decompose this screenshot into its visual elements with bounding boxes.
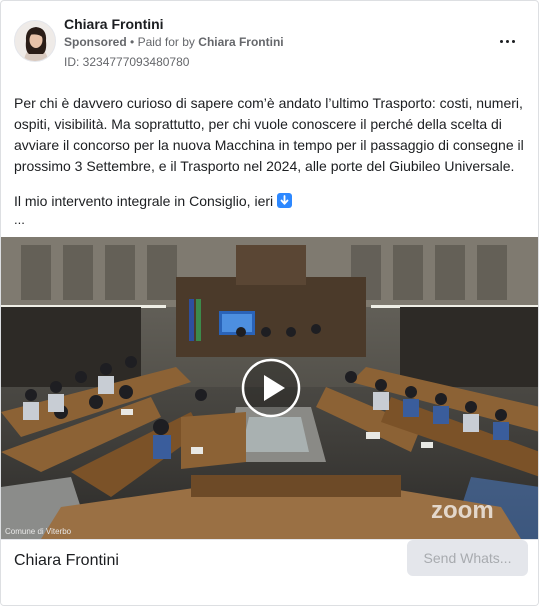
sponsored-label: Sponsored <box>64 35 127 49</box>
play-icon[interactable] <box>241 358 301 418</box>
sponsored-line: Sponsored • Paid for by Chiara Frontini <box>64 35 284 49</box>
footer-page-name[interactable]: Chiara Frontini <box>14 552 119 570</box>
post-paragraph-2-line: Il mio intervento integrale in Consiglio… <box>14 191 293 211</box>
see-more-ellipsis[interactable]: ... <box>14 212 25 227</box>
avatar[interactable] <box>14 20 56 62</box>
down-arrow-emoji-icon <box>277 193 293 208</box>
post-footer: Chiara Frontini Send Whats... <box>1 539 538 605</box>
send-whatsapp-button[interactable]: Send Whats... <box>407 540 528 576</box>
paid-for-name[interactable]: Chiara Frontini <box>198 35 283 49</box>
ad-card: Chiara Frontini Sponsored • Paid for by … <box>0 0 539 606</box>
post-header: Chiara Frontini Sponsored • Paid for by … <box>1 1 538 79</box>
paid-for-prefix: Paid for by <box>137 35 195 49</box>
meta-separator: • <box>130 35 135 49</box>
video-watermark-left: Comune di Viterbo <box>5 527 72 536</box>
more-horizontal-icon[interactable] <box>493 31 521 51</box>
zoom-watermark: zoom <box>431 497 494 524</box>
post-text: Per chi è davvero curioso di sapere com’… <box>14 93 529 177</box>
ad-id: ID: 3234777093480780 <box>64 55 190 69</box>
avatar-image <box>15 21 55 61</box>
advertiser-name[interactable]: Chiara Frontini <box>64 16 164 32</box>
post-paragraph-2: Il mio intervento integrale in Consiglio… <box>14 193 274 209</box>
post-paragraph-1: Per chi è davvero curioso di sapere com’… <box>14 95 524 174</box>
